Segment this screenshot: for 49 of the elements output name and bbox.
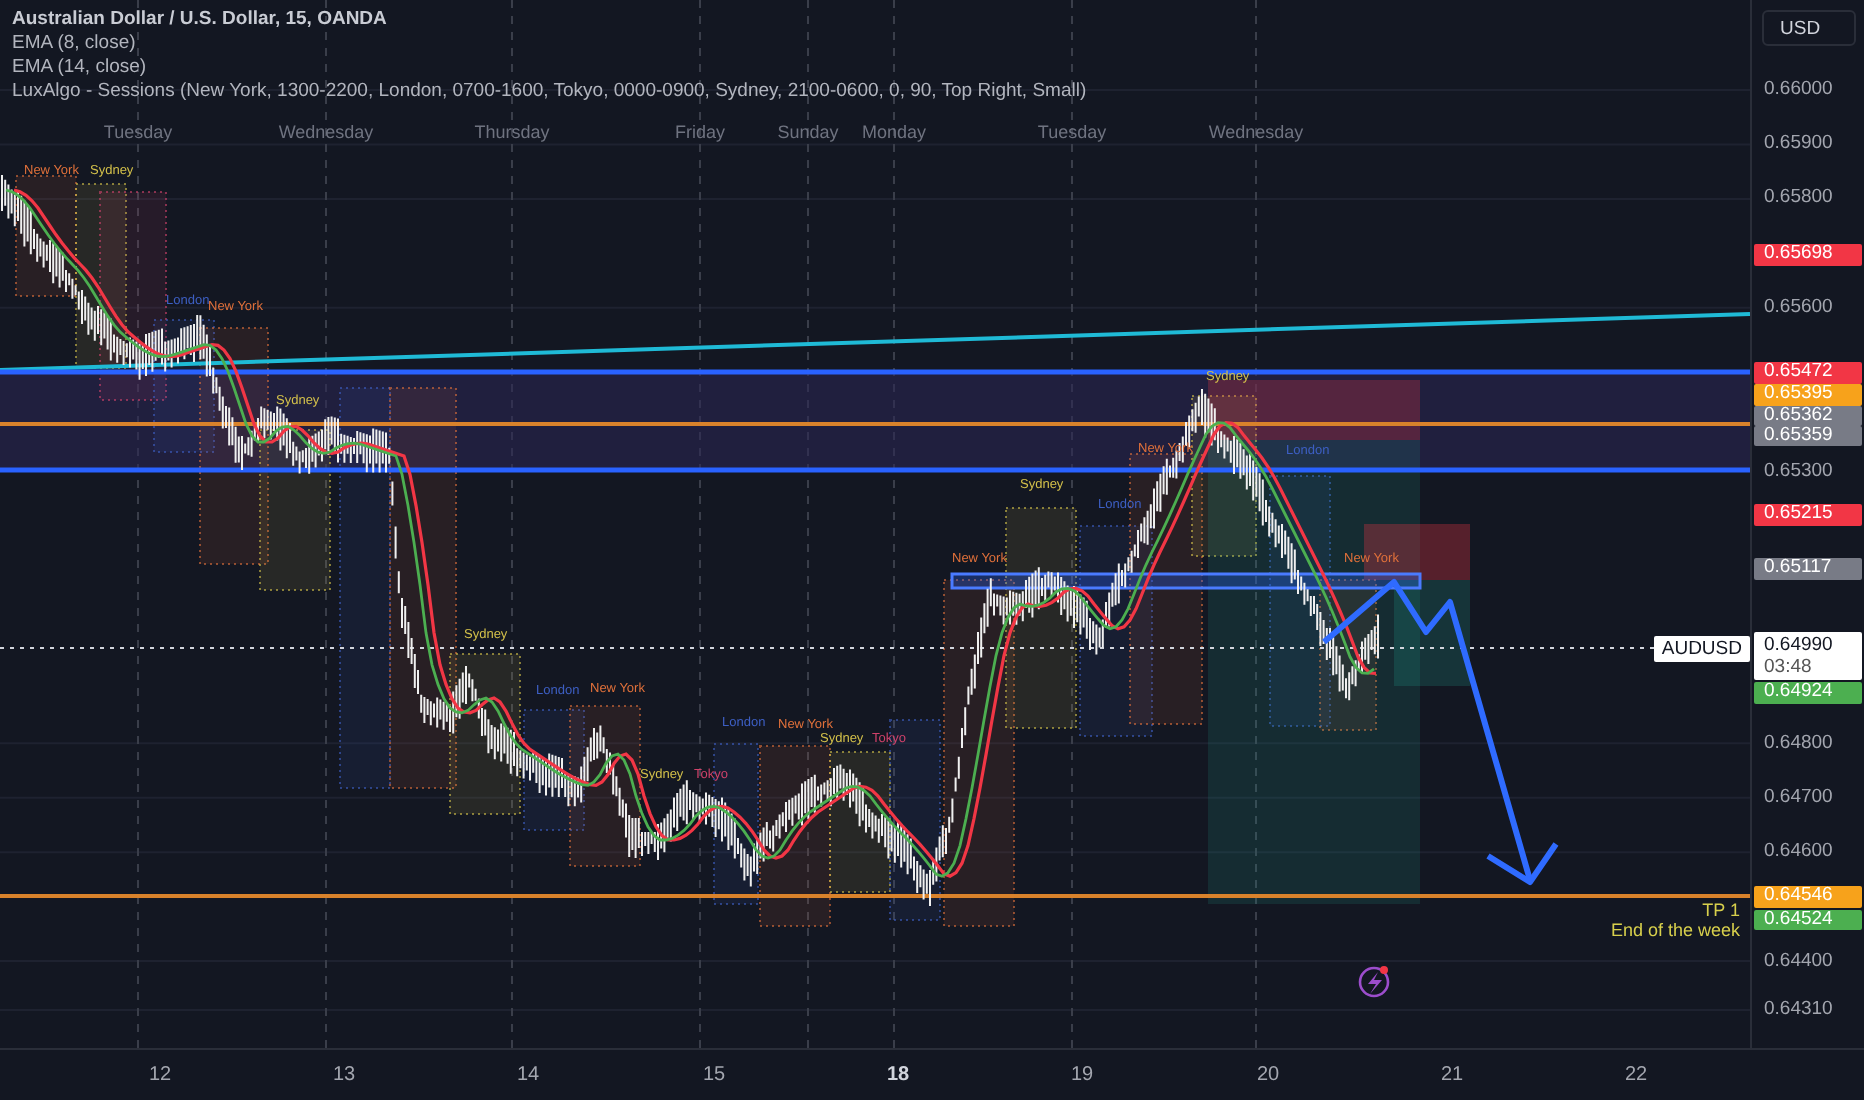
price-label: 0.65900 (1764, 132, 1833, 155)
price-label: 0.64600 (1764, 840, 1833, 863)
time-label: 15 (702, 1064, 726, 1086)
price-label: 0.64310 (1764, 998, 1833, 1021)
price-badge: 0.65117 (1754, 558, 1862, 579)
day-label: Sunday (777, 122, 839, 142)
time-label: 20 (1256, 1064, 1280, 1086)
chart-note: TP 1 (1702, 900, 1740, 920)
price-label: 0.65800 (1764, 186, 1833, 209)
price-label: 0.64700 (1764, 785, 1833, 808)
time-label: 13 (332, 1064, 356, 1086)
day-label: Monday (861, 122, 927, 142)
last-price: 0.64990 (1764, 634, 1835, 656)
price-badge: 0.64546 (1754, 886, 1862, 907)
price-badge: 0.64524 (1754, 909, 1862, 930)
day-label: Friday (675, 122, 725, 142)
session-box (829, 751, 891, 893)
price-badge: 0.65395 (1754, 384, 1862, 405)
day-label: Wednesday (1208, 122, 1304, 142)
price-badge: 0.65698 (1754, 244, 1862, 265)
price-label: 0.64400 (1764, 949, 1833, 972)
lightning-icon[interactable] (1358, 966, 1390, 998)
price-label: 0.64800 (1764, 731, 1833, 754)
time-label: 12 (148, 1064, 172, 1086)
price-badge: 0.65362 (1754, 405, 1862, 426)
time-label: 21 (1440, 1064, 1464, 1086)
time-label: 22 (1624, 1064, 1648, 1086)
price-label: 0.66000 (1764, 78, 1833, 100)
price-badge: 0.65472 (1754, 362, 1862, 383)
price-label: 0.65300 (1764, 459, 1833, 482)
indicator-label[interactable]: EMA (14, close) (12, 56, 1087, 78)
day-label: Tuesday (1037, 122, 1107, 142)
symbol-tag: AUDUSD (1653, 636, 1750, 662)
bar-countdown: 03:48 (1764, 656, 1814, 678)
price-label: 0.65600 (1764, 295, 1833, 318)
currency-button[interactable]: USD (1762, 10, 1856, 46)
day-label: Tuesday (103, 122, 173, 142)
indicator-label[interactable]: LuxAlgo - Sessions (New York, 1300-2200, London, 0700-1600, Tokyo, 0000-0900, Sydney, 2100-0600, 0, 90, Top Right, Small) (12, 80, 1087, 102)
chart-note: End of the week (1610, 920, 1740, 940)
price-badge: 0.65359 (1754, 425, 1862, 446)
time-label: 18 (886, 1064, 910, 1086)
indicator-label[interactable]: EMA (8, close) (12, 32, 1087, 54)
symbol-title: Australian Dollar / U.S. Dollar, 15, OANDA (12, 8, 389, 30)
day-label: Thursday (474, 122, 550, 142)
time-label: 14 (516, 1064, 540, 1086)
day-label: Wednesday (278, 122, 374, 142)
time-label: 19 (1070, 1064, 1094, 1086)
price-badge: 0.65215 (1754, 504, 1862, 525)
price-badge: 0.64924 (1754, 682, 1862, 703)
